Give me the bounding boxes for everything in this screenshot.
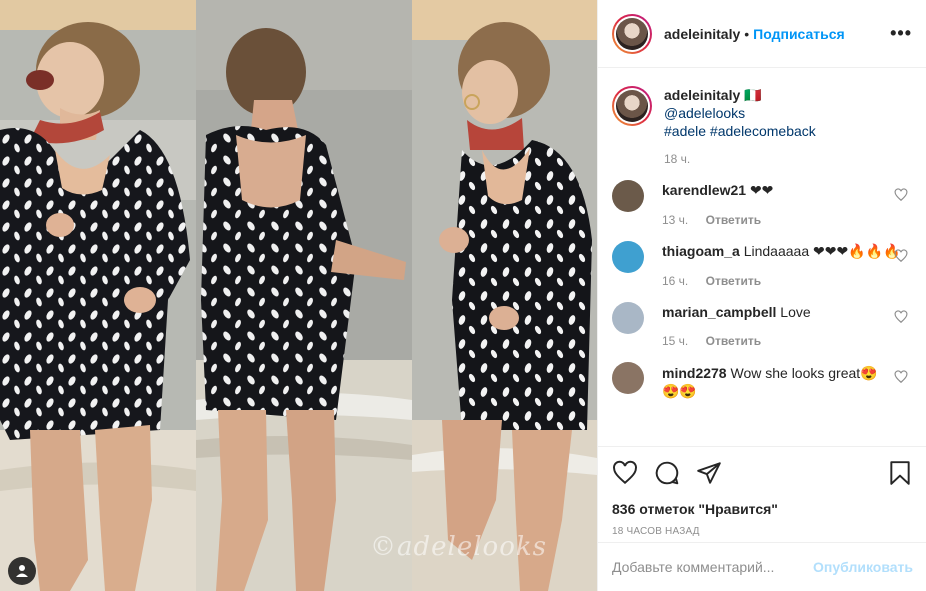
comment-bubble-icon[interactable] [654,460,680,486]
comment-avatar[interactable] [612,241,644,273]
comment-avatar[interactable] [612,302,644,334]
reply-button[interactable]: Ответить [706,213,761,227]
comment-username[interactable]: thiagoam_a [662,243,740,259]
like-heart-icon[interactable] [612,460,638,486]
comment-avatar[interactable] [612,362,644,394]
heart-icon[interactable] [894,249,908,263]
comment-avatar[interactable] [612,180,644,212]
photo-panel-middle [196,0,412,591]
caption-time: 18 ч. [664,152,691,166]
reply-button[interactable]: Ответить [706,274,761,288]
user-icon [16,565,28,577]
comment-text: Love [780,304,811,320]
comment-text: ❤❤ [749,182,774,198]
caption-username[interactable]: adeleinitaly [664,87,740,103]
comment-item: mind2278 Wow she looks great😍😍😍 [612,362,912,400]
photo-panel-right [412,0,597,591]
photo-watermark: ©adelelooks [370,532,547,562]
post-side-panel: adeleinitaly • Подписаться ••• adeleinit… [597,0,926,591]
bookmark-icon[interactable] [887,460,913,486]
likes-count[interactable]: 836 отметок "Нравится" [612,501,913,517]
comment-text: Lindaaaaa ❤❤❤🔥🔥🔥 [743,243,901,259]
post-timestamp: 18 ЧАСОВ НАЗАД [612,526,700,537]
post-actions: 836 отметок "Нравится" 18 ЧАСОВ НАЗАД [598,446,926,537]
share-send-icon[interactable] [696,460,722,486]
add-comment-bar: Опубликовать [598,542,926,591]
comment-username[interactable]: marian_campbell [662,304,776,320]
post-caption: adeleinitaly 🇮🇹 @adelelooks #adele #adel… [612,86,912,140]
comment-item: marian_campbell Love 15 ч. Ответить [612,302,912,348]
publish-button[interactable]: Опубликовать [813,559,913,575]
caption-flag-emoji: 🇮🇹 [744,87,762,103]
heart-icon[interactable] [894,370,908,384]
photo-panel-left [0,0,196,591]
comment-username[interactable]: mind2278 [662,365,727,381]
reply-button[interactable]: Ответить [706,334,761,348]
header-avatar[interactable] [612,13,652,54]
header-separator: • [744,25,750,42]
comment-item: karendlew21 ❤❤ 13 ч. Ответить [612,180,912,227]
tagged-users-button[interactable] [8,557,36,585]
caption-hashtags[interactable]: #adele #adelecomeback [664,122,816,140]
caption-avatar[interactable] [612,86,652,126]
heart-icon[interactable] [894,188,908,202]
comment-input[interactable] [612,559,814,575]
post-header: adeleinitaly • Подписаться ••• [598,0,926,68]
comments-list[interactable]: adeleinitaly 🇮🇹 @adelelooks #adele #adel… [598,68,926,446]
post-photo[interactable]: ©adelelooks [0,0,597,591]
comment-username[interactable]: karendlew21 [662,182,746,198]
caption-mention[interactable]: @adelelooks [664,104,816,122]
comment-item: thiagoam_a Lindaaaaa ❤❤❤🔥🔥🔥 16 ч. Ответи… [612,241,912,288]
comment-time: 15 ч. [662,334,689,348]
heart-icon[interactable] [894,310,908,324]
more-options-icon[interactable]: ••• [890,23,912,44]
follow-button[interactable]: Подписаться [753,26,845,42]
comment-time: 13 ч. [662,213,689,227]
comment-time: 16 ч. [662,274,689,288]
header-username[interactable]: adeleinitaly [664,26,740,42]
